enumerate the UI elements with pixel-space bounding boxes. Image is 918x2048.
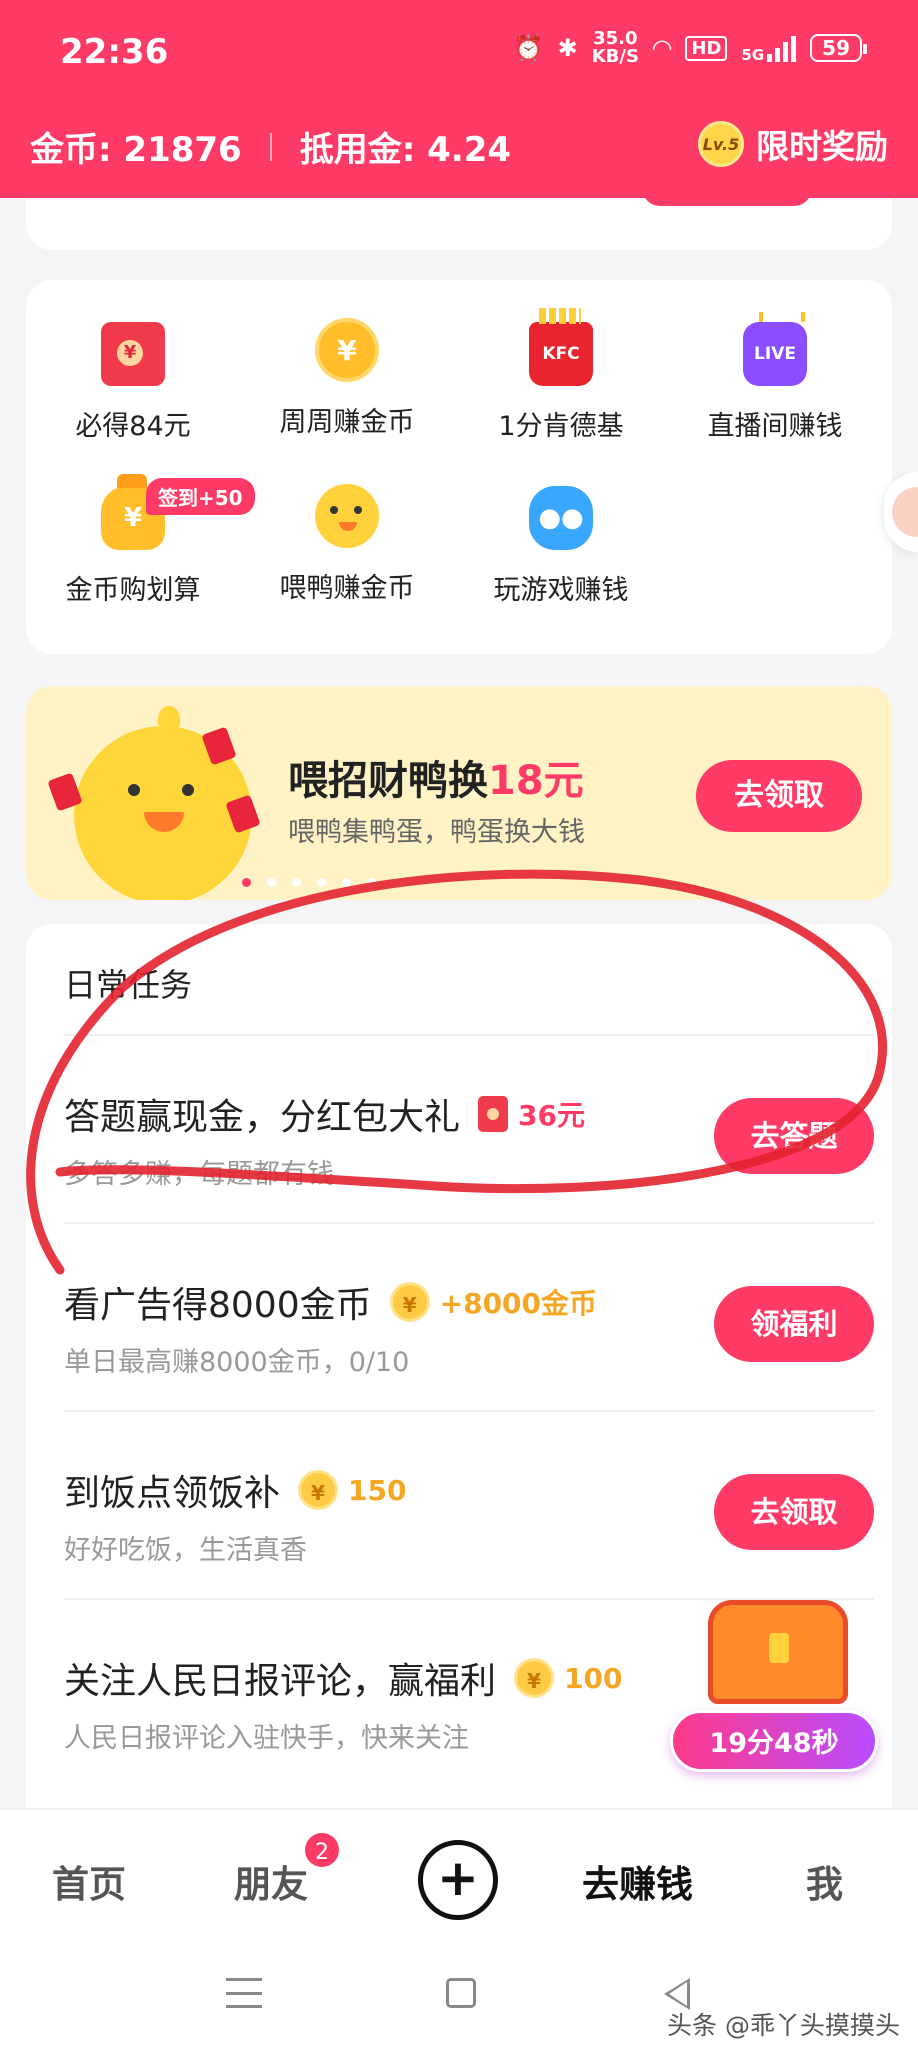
grid-item-kfc[interactable]: KFC 1分肯德基	[454, 308, 668, 443]
treasure-chest[interactable]: 19分48秒	[666, 1592, 882, 1782]
previous-card	[26, 188, 892, 250]
task-reward: 36元	[478, 1094, 585, 1134]
coin-balance[interactable]: 金币: 21876 抵用金: 4.24	[30, 122, 511, 171]
coin-count: 金币: 21876	[30, 130, 242, 170]
task-row-meal: 到饭点领饭补 ¥150 好好吃饭，生活真香 去领取	[64, 1410, 874, 1598]
task-title: 关注人民日报评论，赢福利 ¥100	[64, 1652, 622, 1704]
task-reward: ¥ +8000金币	[389, 1282, 597, 1322]
grid-item-live-earn[interactable]: LIVE 直播间赚钱	[668, 312, 882, 443]
bottom-nav: 首页 朋友 2 + 去赚钱 我	[0, 1808, 918, 1948]
coin-icon: ¥	[514, 1658, 555, 1698]
tab-friends[interactable]: 朋友	[234, 1854, 308, 1908]
claim-meal-button[interactable]: 去领取	[714, 1474, 874, 1550]
banner-subtitle: 喂鸭集鸭蛋，鸭蛋换大钱	[288, 817, 585, 848]
feature-grid: 必得84元 ¥ 周周赚金币 KFC 1分肯德基 LIVE 直播间赚钱 ¥ 金币购…	[26, 280, 892, 654]
red-envelope-icon	[478, 1096, 509, 1132]
task-row-ads: 看广告得8000金币 ¥ +8000金币 单日最高赚8000金币，0/10 领福利	[64, 1222, 874, 1410]
carousel-dots	[26, 878, 892, 887]
create-button[interactable]: +	[418, 1840, 498, 1920]
task-subtitle: 人民日报评论入驻快手，快来关注	[64, 1723, 469, 1754]
coin-icon: ¥	[315, 318, 379, 382]
grid-item-guaranteed-84[interactable]: 必得84元	[26, 322, 240, 443]
tab-earn[interactable]: 去赚钱	[582, 1854, 693, 1908]
claim-benefit-button[interactable]: 领福利	[714, 1286, 874, 1362]
kfc-icon: KFC	[529, 308, 593, 386]
signal-icon: 5G	[741, 34, 797, 63]
top-bar: 22:36 ⏰ ✱ 35.0 KB/S ◠ HD 5G 59 金币: 21876 …	[0, 0, 918, 198]
hd-icon: HD	[685, 35, 728, 61]
task-subtitle: 好好吃饭，生活真香	[64, 1535, 307, 1566]
previous-card-button[interactable]	[642, 188, 812, 206]
battery-icon: 59	[810, 34, 867, 62]
sign-in-badge: 签到+50	[146, 478, 255, 515]
treasure-chest-icon	[708, 1600, 848, 1704]
bluetooth-icon: ✱	[557, 34, 578, 62]
chest-countdown: 19分48秒	[670, 1710, 878, 1772]
deduct-balance: 抵用金: 4.24	[299, 130, 512, 170]
task-subtitle: 单日最高赚8000金币，0/10	[64, 1347, 410, 1378]
grid-item-weekly-coins[interactable]: ¥ 周周赚金币	[240, 318, 454, 439]
grid-item-label: 1分肯德基	[498, 411, 624, 442]
grid-item-label: 必得84元	[75, 411, 191, 442]
grid-item-feed-duck[interactable]: 喂鸭赚金币	[240, 484, 454, 605]
tasks-heading: 日常任务	[64, 966, 193, 1004]
network-speed: 35.0 KB/S	[591, 28, 639, 67]
status-time: 22:36	[60, 32, 169, 72]
grid-item-play-games[interactable]: ●● 玩游戏赚钱	[454, 486, 668, 607]
menu-icon[interactable]	[226, 1978, 262, 2008]
grid-item-label: 金币购划算	[65, 575, 201, 606]
grid-item-label: 直播间赚钱	[707, 411, 843, 442]
duck-banner[interactable]: 喂招财鸭换18元 喂鸭集鸭蛋，鸭蛋换大钱 去领取	[26, 686, 892, 900]
duck-icon	[315, 484, 379, 548]
task-reward: ¥100	[514, 1658, 622, 1698]
status-icons: ⏰ ✱ 35.0 KB/S ◠ HD 5G 59	[513, 28, 867, 67]
home-icon[interactable]	[446, 1978, 476, 2008]
coin-icon: ¥	[389, 1282, 430, 1322]
level-badge-icon: Lv.5	[698, 121, 744, 167]
task-title: 答题赢现金，分红包大礼 36元	[64, 1088, 585, 1140]
gamepad-icon: ●●	[529, 486, 593, 550]
watermark: 头条 @乖丫头摸摸头	[667, 2011, 900, 2040]
tab-me[interactable]: 我	[806, 1854, 843, 1908]
divider	[269, 132, 272, 161]
answer-quiz-button[interactable]: 去答题	[714, 1098, 874, 1174]
task-row-quiz: 答题赢现金，分红包大礼 36元 多答多赚，每题都有钱 去答题	[64, 1034, 874, 1222]
grid-item-label: 周周赚金币	[279, 407, 415, 438]
red-envelope-icon	[101, 322, 165, 386]
friends-notification-badge: 2	[302, 1830, 342, 1870]
limited-reward-button[interactable]: Lv.5 限时奖励	[698, 120, 888, 168]
coin-icon: ¥	[298, 1470, 339, 1510]
banner-claim-button[interactable]: 去领取	[696, 760, 862, 832]
wifi-icon: ◠	[652, 34, 672, 62]
status-bar: 22:36 ⏰ ✱ 35.0 KB/S ◠ HD 5G 59	[0, 0, 918, 105]
live-icon: LIVE	[743, 312, 807, 386]
task-subtitle: 多答多赚，每题都有钱	[64, 1159, 334, 1190]
task-title: 到饭点领饭补 ¥150	[64, 1464, 406, 1516]
tab-home[interactable]: 首页	[52, 1854, 126, 1908]
avatar-icon	[892, 487, 918, 537]
task-reward: ¥150	[298, 1470, 406, 1510]
task-title: 看广告得8000金币 ¥ +8000金币	[64, 1276, 597, 1328]
grid-item-label: 玩游戏赚钱	[493, 575, 629, 606]
limited-reward-label: 限时奖励	[756, 127, 888, 166]
alarm-icon: ⏰	[513, 34, 544, 62]
banner-title: 喂招财鸭换18元	[288, 758, 584, 804]
grid-item-label: 喂鸭赚金币	[279, 573, 415, 604]
